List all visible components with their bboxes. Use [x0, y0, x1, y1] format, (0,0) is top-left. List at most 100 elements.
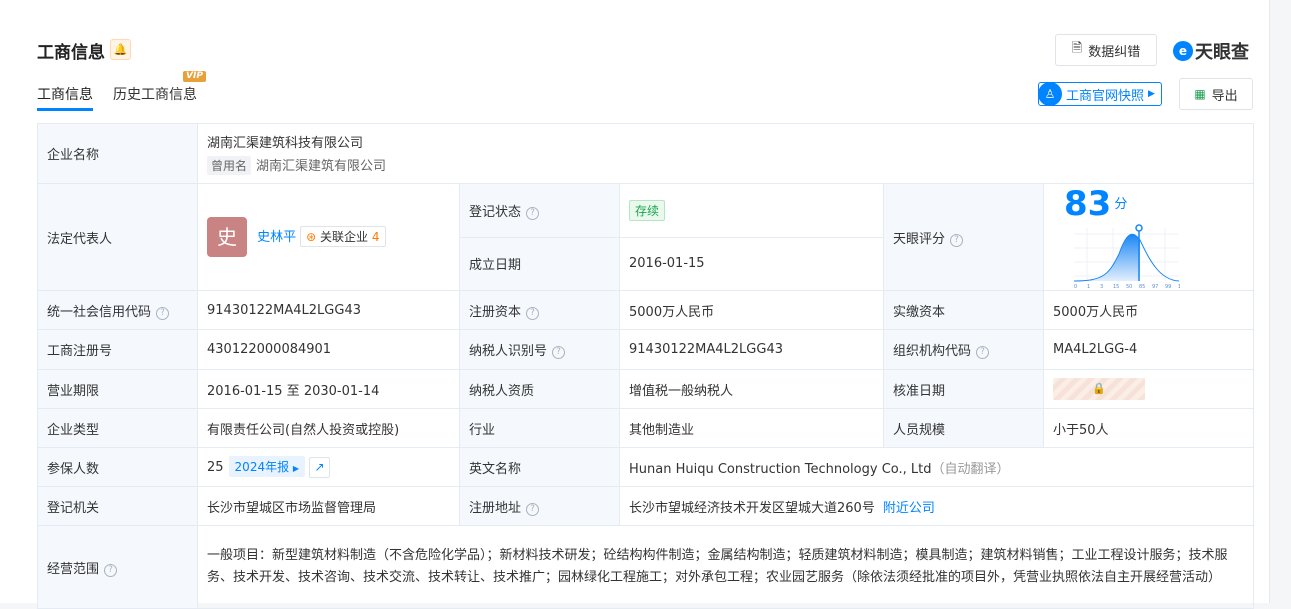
- org-code-label: 组织机构代码: [893, 344, 972, 359]
- related-count: 4: [371, 229, 380, 244]
- trend-chart-icon[interactable]: ↗: [309, 457, 331, 478]
- address-label-cell: 注册地址?: [459, 486, 620, 526]
- insured-cell: 25 2024年报 ▶ ↗: [197, 447, 460, 487]
- tab-business-info[interactable]: 工商信息: [37, 84, 93, 111]
- avatar[interactable]: 史: [207, 217, 247, 257]
- org-code: MA4L2LGG-4: [1042, 329, 1255, 370]
- approve-date-label: 核准日期: [883, 369, 1044, 409]
- score-axis-tick: 97: [1152, 284, 1158, 290]
- industry: 其他制造业: [619, 408, 884, 448]
- reg-capital: 5000万人民币: [619, 290, 884, 330]
- score-label-cell: 天眼评分?: [883, 183, 1044, 291]
- excel-icon: ▦: [1194, 87, 1206, 101]
- credit-code-label: 统一社会信用代码: [47, 304, 152, 320]
- staff-label: 人员规模: [883, 408, 1044, 448]
- insured-label: 参保人数: [37, 447, 198, 487]
- staff-size: 小于50人: [1042, 408, 1255, 448]
- correction-label: 数据纠错: [1088, 44, 1141, 60]
- tianyancha-logo: e 天眼查: [1173, 38, 1249, 64]
- paid-capital: 5000万人民币: [1042, 290, 1255, 330]
- company-type: 有限责任公司(自然人投资或控股): [197, 408, 460, 448]
- caret-right-icon: ▶: [292, 464, 300, 473]
- help-icon[interactable]: ?: [552, 346, 566, 359]
- type-label: 企业类型: [37, 408, 198, 448]
- legal-rep-link[interactable]: 史林平: [257, 230, 296, 245]
- help-icon[interactable]: ?: [526, 206, 540, 220]
- related-companies-button[interactable]: ⊛ 关联企业 4: [300, 225, 386, 247]
- report-label: 2024年报: [234, 460, 290, 474]
- score-unit: 分: [1114, 196, 1128, 212]
- reg-no: 430122000084901: [197, 329, 460, 370]
- taxpayer-id-label-cell: 纳税人识别号?: [459, 329, 620, 370]
- former-name: 湖南汇渠建筑有限公司: [256, 159, 387, 174]
- reg-capital-label-cell: 注册资本?: [459, 290, 620, 330]
- help-icon[interactable]: ?: [156, 306, 170, 320]
- score-distribution-chart: 0 1 3 15 50 85 97 99 100: [1073, 224, 1188, 290]
- industry-label: 行业: [459, 408, 620, 448]
- reg-status-cell: 存续: [619, 183, 884, 238]
- score-cell[interactable]: 83分 0 1 3 15 50 85 97 99 100: [1042, 183, 1255, 291]
- authority-label: 登记机关: [37, 486, 198, 526]
- document-icon: 🗎: [1071, 41, 1083, 56]
- reg-status-label-cell: 登记状态?: [459, 183, 620, 238]
- help-icon[interactable]: ?: [976, 346, 990, 359]
- help-icon[interactable]: ?: [950, 233, 964, 247]
- bell-icon[interactable]: 🔔: [110, 39, 131, 60]
- export-button[interactable]: ▦ 导出: [1179, 78, 1253, 110]
- vip-badge: VIP: [183, 71, 206, 82]
- established-label: 成立日期: [459, 236, 620, 291]
- network-icon: ⊛: [306, 229, 317, 244]
- business-term: 2016-01-15 至 2030-01-14: [197, 369, 460, 409]
- lock-icon[interactable]: 🔒: [1053, 378, 1145, 400]
- org-code-label-cell: 组织机构代码?: [883, 329, 1044, 370]
- official-snapshot-button[interactable]: ♙ 工商官网快照 ▶: [1038, 82, 1162, 106]
- caret-right-icon: ▶: [1148, 89, 1155, 99]
- annual-report-button[interactable]: 2024年报 ▶: [228, 456, 306, 477]
- business-info-card: 工商信息 🔔 工商信息 历史工商信息 VIP 🗎 数据纠错 e 天眼查 ♙ 工商官网快…: [0, 0, 1270, 609]
- en-name-label: 英文名称: [459, 447, 620, 487]
- business-info-table: 企业名称 湖南汇渠建筑科技有限公司曾用名 湖南汇渠建筑有限公司 法定代表人 史 史…: [37, 123, 1255, 609]
- legal-rep-label: 法定代表人: [37, 183, 198, 291]
- help-icon[interactable]: ?: [526, 502, 540, 516]
- approve-date-cell: 🔒: [1042, 369, 1255, 409]
- help-icon[interactable]: ?: [526, 306, 540, 320]
- credit-code-label-cell: 统一社会信用代码?: [37, 290, 198, 330]
- paid-capital-label: 实缴资本: [883, 290, 1044, 330]
- legal-rep-cell: 史 史林平 ⊛ 关联企业 4: [197, 183, 460, 291]
- company-name-label: 企业名称: [37, 123, 198, 184]
- tab-history-business-info[interactable]: 历史工商信息: [113, 84, 197, 104]
- authority: 长沙市望城区市场监督管理局: [197, 486, 460, 526]
- score-axis-tick: 0: [1074, 284, 1077, 290]
- en-name: Hunan Huiqu Construction Technology Co.,…: [629, 461, 932, 477]
- scope-label-cell: 经营范围?: [37, 525, 198, 609]
- taxpayer-id-label: 纳税人识别号: [469, 344, 548, 359]
- section-title: 工商信息: [37, 43, 105, 63]
- taxpayer-qual-label: 纳税人资质: [459, 369, 620, 409]
- nearby-companies-link[interactable]: 附近公司: [883, 501, 935, 516]
- help-icon[interactable]: ?: [104, 563, 118, 577]
- reg-status-label: 登记状态: [469, 204, 522, 220]
- address-label: 注册地址: [469, 500, 522, 516]
- stamp-icon: ♙: [1038, 82, 1062, 106]
- data-correction-button[interactable]: 🗎 数据纠错: [1055, 34, 1157, 66]
- reg-status-badge: 存续: [629, 199, 666, 221]
- company-name: 湖南汇渠建筑科技有限公司: [207, 136, 364, 151]
- address: 长沙市望城经济技术开发区望城大道260号: [629, 500, 875, 516]
- score-axis-tick: 99: [1165, 284, 1171, 290]
- score-axis-tick: 100: [1178, 284, 1180, 290]
- related-label: 关联企业: [320, 229, 369, 244]
- score-axis-tick: 15: [1113, 284, 1119, 290]
- snapshot-label: 工商官网快照: [1066, 88, 1145, 104]
- insured-count: 25: [207, 460, 224, 475]
- export-label: 导出: [1211, 88, 1238, 104]
- taxpayer-id: 91430122MA4L2LGG43: [619, 329, 884, 370]
- reg-capital-label: 注册资本: [469, 304, 522, 320]
- score-axis-tick: 3: [1100, 284, 1103, 290]
- former-name-tag: 曾用名: [207, 156, 252, 175]
- term-label: 营业期限: [37, 369, 198, 409]
- score-value: 83: [1064, 184, 1112, 224]
- taxpayer-qual: 增值税一般纳税人: [619, 369, 884, 409]
- credit-code: 91430122MA4L2LGG43: [197, 290, 460, 330]
- scope-label: 经营范围: [47, 561, 100, 577]
- logo-text: 天眼查: [1195, 42, 1249, 63]
